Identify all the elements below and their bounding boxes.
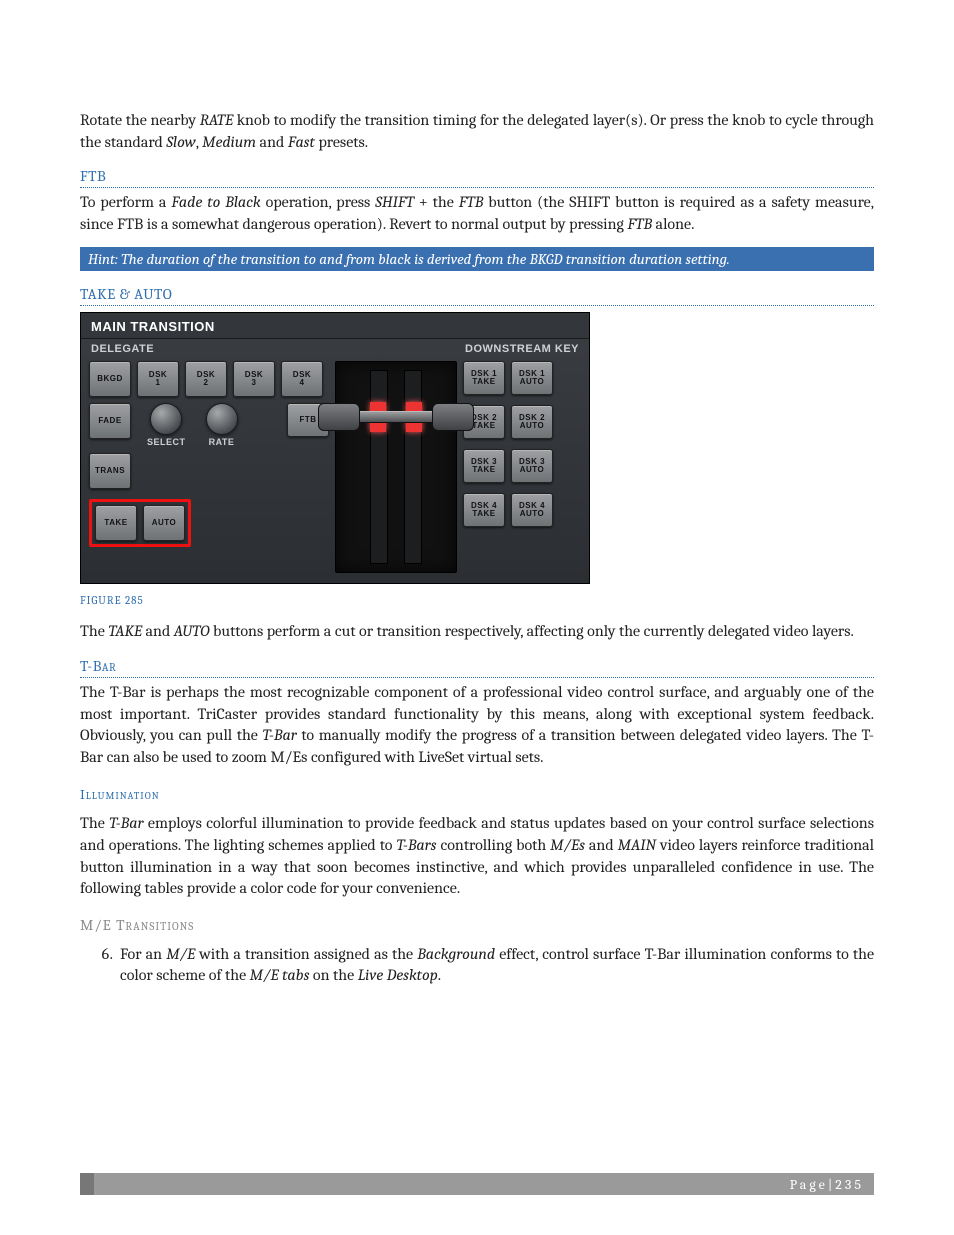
take-auto-paragraph: The TAKE and AUTO buttons perform a cut … — [80, 621, 874, 643]
dsk1-delegate-button[interactable]: DSK 1 — [137, 361, 179, 397]
bkgd-button[interactable]: BKGD — [89, 361, 131, 397]
downstream-key-label: DOWNSTREAM KEY — [465, 343, 579, 355]
dsk3-take-button[interactable]: DSK 3 TAKE — [463, 449, 505, 483]
page-footer: Page | 235 — [80, 1173, 874, 1195]
take-button[interactable]: TAKE — [95, 505, 137, 541]
panel-title: MAIN TRANSITION — [81, 313, 589, 339]
dsk3-auto-button[interactable]: DSK 3 AUTO — [511, 449, 553, 483]
tbar-paragraph: The T-Bar is perhaps the most recognizab… — [80, 682, 874, 768]
dsk4-take-button[interactable]: DSK 4 TAKE — [463, 493, 505, 527]
t-bar[interactable] — [335, 361, 457, 573]
trans-button[interactable]: TRANS — [89, 453, 131, 489]
rate-knob[interactable] — [206, 403, 238, 435]
auto-button[interactable]: AUTO — [143, 505, 185, 541]
page-number: 235 — [835, 1176, 864, 1193]
ftb-hint: Hint: The duration of the transition to … — [80, 247, 874, 271]
me-transitions-item-6: For an M/E with a transition assigned as… — [116, 944, 874, 987]
dsk4-auto-button[interactable]: DSK 4 AUTO — [511, 493, 553, 527]
page-label: Page — [790, 1176, 828, 1193]
tbar-heading: T-Bar — [80, 657, 874, 678]
me-transitions-heading: M/E Transitions — [80, 916, 874, 934]
illumination-paragraph: The T-Bar employs colorful illumination … — [80, 813, 874, 899]
delegate-row: BKGD DSK 1 DSK 2 DSK 3 DSK 4 — [89, 361, 329, 397]
select-label: SELECT — [147, 437, 186, 447]
main-transition-panel: MAIN TRANSITION DELEGATE DOWNSTREAM KEY … — [80, 312, 590, 584]
select-knob[interactable] — [150, 403, 182, 435]
dsk4-delegate-button[interactable]: DSK 4 — [281, 361, 323, 397]
t-bar-handle[interactable] — [318, 402, 474, 432]
dsk2-delegate-button[interactable]: DSK 2 — [185, 361, 227, 397]
dsk2-auto-button[interactable]: DSK 2 AUTO — [511, 405, 553, 439]
figure-caption: FIGURE 285 — [80, 594, 874, 607]
ftb-paragraph: To perform a Fade to Black operation, pr… — [80, 192, 874, 235]
rate-label: RATE — [209, 437, 235, 447]
dsk1-take-button[interactable]: DSK 1 TAKE — [463, 361, 505, 395]
dsk3-delegate-button[interactable]: DSK 3 — [233, 361, 275, 397]
rate-paragraph: Rotate the nearby RATE knob to modify th… — [80, 110, 874, 153]
dsk1-auto-button[interactable]: DSK 1 AUTO — [511, 361, 553, 395]
take-auto-heading: TAKE & AUTO — [80, 285, 874, 306]
fade-button[interactable]: FADE — [89, 403, 131, 439]
take-auto-highlight: TAKE AUTO — [89, 499, 191, 547]
illumination-heading: Illumination — [80, 786, 874, 803]
ftb-heading: FTB — [80, 167, 874, 188]
delegate-label: DELEGATE — [91, 343, 154, 355]
